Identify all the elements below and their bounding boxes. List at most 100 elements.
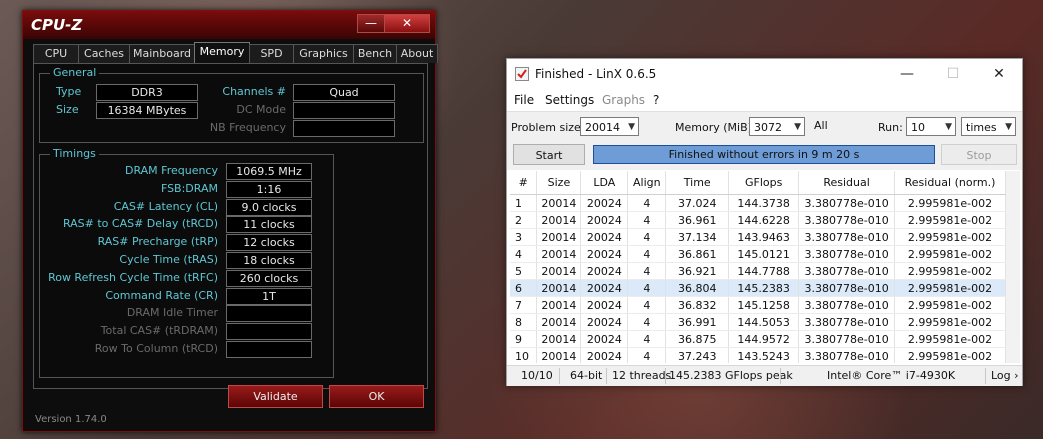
status-divider xyxy=(559,368,560,384)
run-count-select[interactable]: 10 ▼ xyxy=(906,117,956,136)
status-threads: 12 threads xyxy=(612,369,672,382)
column-header[interactable]: Residual (norm.) xyxy=(894,171,1006,195)
log-button[interactable]: Log › xyxy=(991,369,1019,382)
menu-file[interactable]: File xyxy=(514,93,534,107)
tab-cpu[interactable]: CPU xyxy=(33,44,79,63)
status-divider xyxy=(665,368,666,384)
cpuz-titlebar[interactable]: CPU-Z — ✕ xyxy=(23,11,435,39)
table-cell: 37.024 xyxy=(665,194,730,212)
nb-frequency-value xyxy=(293,120,395,137)
timing-label: Row To Column (tRCD) xyxy=(94,342,218,355)
status-peak: 145.2383 GFlops peak xyxy=(669,369,793,382)
all-memory-toggle[interactable]: All xyxy=(814,119,828,132)
start-button[interactable]: Start xyxy=(513,144,585,165)
table-cell: 144.3738 xyxy=(728,194,800,212)
timing-label: DRAM Idle Timer xyxy=(126,306,218,320)
cpuz-close-button[interactable]: ✕ xyxy=(384,14,430,33)
column-header[interactable]: Residual xyxy=(798,171,896,195)
memory-panel: General Type DDR3 Size 16384 MBytes Chan… xyxy=(33,63,428,389)
table-cell: 36.921 xyxy=(665,262,730,280)
size-label: Size xyxy=(56,103,79,116)
table-row[interactable]: 4 20014 20024 4 36.861 145.0121 3.380778e-010 2… xyxy=(510,245,1006,263)
memory-select[interactable]: 3072 ▼ xyxy=(749,117,805,136)
table-cell: 2.995981e-002 xyxy=(894,347,1006,363)
tab-graphics[interactable]: Graphics xyxy=(293,44,354,63)
column-header[interactable]: GFlops xyxy=(728,171,800,195)
table-cell: 20014 xyxy=(536,194,582,212)
table-cell: 36.861 xyxy=(665,245,730,263)
linx-titlebar[interactable]: Finished - LinX 0.6.5 — ☐ ✕ xyxy=(507,59,1022,89)
table-cell: 4 xyxy=(627,194,667,212)
problem-size-select[interactable]: 20014 ▼ xyxy=(580,117,639,136)
table-row[interactable]: 2 20014 20024 4 36.961 144.6228 3.380778e-010 2… xyxy=(510,211,1006,229)
table-cell: 20014 xyxy=(536,279,582,297)
table-row[interactable]: 7 20014 20024 4 36.832 145.1258 3.380778e-010 2… xyxy=(510,296,1006,314)
table-cell: 3.380778e-010 xyxy=(798,228,896,246)
table-cell: 6 xyxy=(510,279,538,297)
size-value: 16384 MBytes xyxy=(96,102,198,119)
table-cell: 2.995981e-002 xyxy=(894,228,1006,246)
table-cell: 143.5243 xyxy=(728,347,800,363)
table-cell: 36.875 xyxy=(665,330,730,348)
table-cell: 3.380778e-010 xyxy=(798,347,896,363)
table-cell: 20014 xyxy=(536,313,582,331)
table-row[interactable]: 8 20014 20024 4 36.991 144.5053 3.380778e-010 2… xyxy=(510,313,1006,331)
table-cell: 4 xyxy=(627,330,667,348)
column-header[interactable]: LDA xyxy=(580,171,629,195)
table-cell: 20024 xyxy=(580,194,629,212)
tab-caches[interactable]: Caches xyxy=(78,44,130,63)
column-header[interactable]: Time xyxy=(665,171,730,195)
tab-memory[interactable]: Memory xyxy=(194,42,250,64)
menu-graphs[interactable]: Graphs xyxy=(602,93,645,107)
run-count-value: 10 xyxy=(911,121,925,134)
table-cell: 20024 xyxy=(580,279,629,297)
linx-window: Finished - LinX 0.6.5 — ☐ ✕ File Setting… xyxy=(506,58,1023,386)
memory-value: 3072 xyxy=(754,121,782,134)
table-row[interactable]: 6 20014 20024 4 36.804 145.2383 3.380778e-010 2… xyxy=(510,279,1006,297)
table-cell: 20014 xyxy=(536,347,582,363)
table-cell: 145.1258 xyxy=(728,296,800,314)
status-bits: 64-bit xyxy=(570,369,603,382)
linx-maximize-button[interactable]: ☐ xyxy=(930,59,976,89)
column-header[interactable]: # xyxy=(510,171,538,195)
tab-about[interactable]: About xyxy=(396,44,438,63)
tab-mainboard[interactable]: Mainboard xyxy=(129,44,195,63)
table-cell: 37.243 xyxy=(665,347,730,363)
linx-statusbar: 10/10 64-bit 12 threads 145.2383 GFlops … xyxy=(507,365,1022,386)
linx-checkmark-icon xyxy=(515,67,529,81)
results-scrollbar[interactable] xyxy=(1006,171,1020,363)
stop-button[interactable]: Stop xyxy=(941,144,1017,165)
linx-minimize-button[interactable]: — xyxy=(884,59,930,89)
table-row[interactable]: 1 20014 20024 4 37.024 144.3738 3.380778e-010 2… xyxy=(510,194,1006,212)
run-unit-value: times xyxy=(966,121,997,134)
linx-close-button[interactable]: ✕ xyxy=(976,59,1022,89)
dc-mode-label: DC Mode xyxy=(236,103,286,116)
menu-settings[interactable]: Settings xyxy=(545,93,594,107)
validate-button[interactable]: Validate xyxy=(228,385,323,408)
timing-value xyxy=(226,323,312,341)
column-header[interactable]: Size xyxy=(536,171,582,195)
cpuz-minimize-button[interactable]: — xyxy=(357,14,385,33)
table-cell: 3.380778e-010 xyxy=(798,194,896,212)
table-row[interactable]: 10 20014 20024 4 37.243 143.5243 3.380778e-010… xyxy=(510,347,1006,363)
table-cell: 20024 xyxy=(580,330,629,348)
timing-value: 11 clocks xyxy=(226,216,312,234)
ok-button[interactable]: OK xyxy=(329,385,424,408)
menu-help[interactable]: ? xyxy=(653,93,659,107)
table-cell: 3 xyxy=(510,228,538,246)
timing-label: RAS# Precharge (tRP) xyxy=(97,235,218,249)
table-row[interactable]: 9 20014 20024 4 36.875 144.9572 3.380778e-010 2… xyxy=(510,330,1006,348)
table-row[interactable]: 5 20014 20024 4 36.921 144.7788 3.380778e-010 2… xyxy=(510,262,1006,280)
progress-status-text: Finished without errors in 9 m 20 s xyxy=(668,148,860,161)
column-header[interactable]: Align xyxy=(627,171,667,195)
timing-value: 12 clocks xyxy=(226,234,312,252)
run-unit-select[interactable]: times ▼ xyxy=(961,117,1016,136)
table-cell: 2 xyxy=(510,211,538,229)
table-cell: 3.380778e-010 xyxy=(798,262,896,280)
tab-spd[interactable]: SPD xyxy=(249,44,294,63)
status-divider xyxy=(985,368,986,384)
timings-group-label: Timings xyxy=(50,147,99,160)
table-row[interactable]: 3 20014 20024 4 37.134 143.9463 3.380778e-010 2… xyxy=(510,228,1006,246)
tab-bench[interactable]: Bench xyxy=(353,44,397,63)
table-cell: 2.995981e-002 xyxy=(894,313,1006,331)
